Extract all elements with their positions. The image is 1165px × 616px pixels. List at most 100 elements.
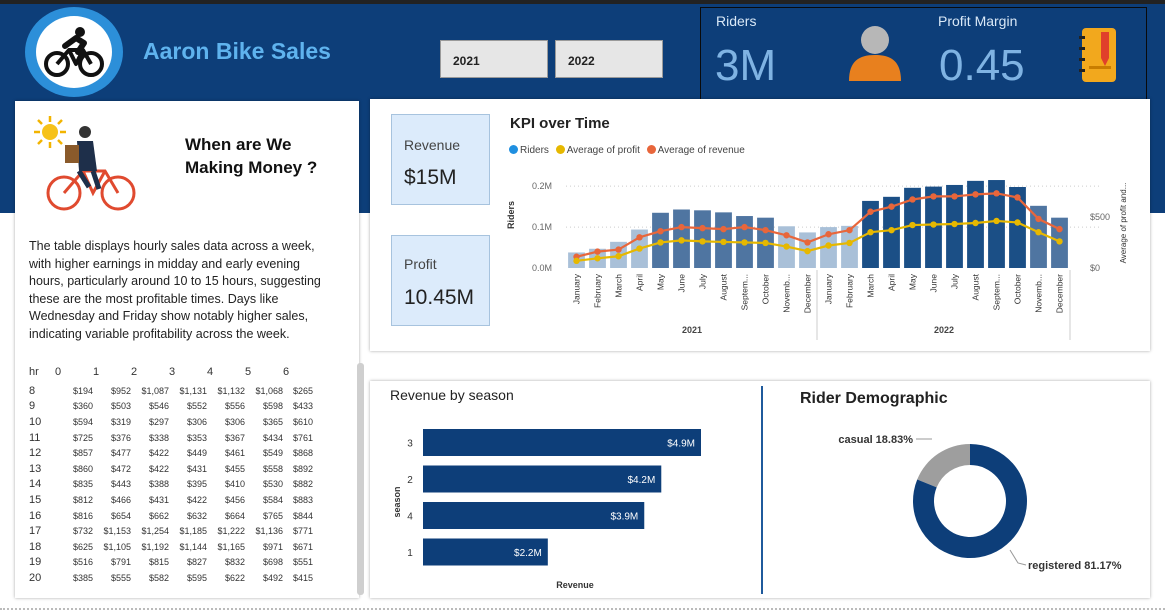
table-scrollbar[interactable] (357, 363, 364, 595)
margin-label: Profit Margin (938, 13, 1018, 29)
kpi-over-time-chart: Riders 0.0M 0.1M 0.2M $0 $500 Average of profi… (506, 180, 1128, 340)
season-category-label: 1 (407, 548, 413, 559)
table-column-header: 0 (55, 366, 62, 378)
y2-axis-title: Average of profit and... (1119, 183, 1128, 264)
table-cell: $353 (186, 432, 207, 443)
profit-point (699, 238, 706, 245)
profit-point (678, 237, 685, 244)
x-tick-label: February (845, 273, 855, 308)
revenue-point (720, 225, 727, 233)
season-bar-label: $3.9M (610, 512, 638, 523)
profit-point (846, 239, 853, 247)
table-cell: $765 (262, 510, 283, 521)
table-cell: $461 (224, 448, 245, 459)
table-header-row: hr 0 1 2 3 4 5 6 (29, 361, 313, 383)
table-column-header: 4 (207, 366, 214, 378)
x-tick-label: October (761, 274, 771, 304)
profit-point (741, 239, 748, 246)
table-cell: $395 (186, 479, 207, 490)
table-cell: $422 (148, 463, 169, 474)
table-row: 19 $516 $791 $815 $827 $832 $698 $551 (29, 555, 313, 571)
x-tick-label: Novemb... (1034, 274, 1044, 313)
y-tick-label: 0.2M (532, 181, 552, 191)
table-cell: $422 (148, 448, 169, 459)
profit-point (783, 243, 790, 250)
table-cell: $1,132 (217, 385, 245, 396)
table-cell: $868 (292, 448, 313, 459)
notebook-icon (1079, 28, 1116, 82)
table-row-hour: 19 (29, 556, 42, 569)
legend-riders-swatch (509, 145, 518, 154)
table-cell: $892 (292, 463, 313, 474)
table-row-hour: 18 (29, 540, 42, 553)
kpi-chart-title: KPI over Time (510, 115, 610, 132)
season-x-axis-title: Revenue (556, 580, 594, 590)
x-tick-label: December (803, 274, 813, 313)
profit-card-label: Profit (404, 256, 437, 272)
season-bar-label: $4.9M (667, 439, 695, 450)
revenue-point (930, 193, 937, 200)
legend-profit-swatch (555, 145, 565, 154)
table-row-hour: 15 (29, 493, 42, 506)
bicycle-icon (44, 27, 104, 77)
table-cell: $1,105 (103, 541, 131, 552)
revenue-point (993, 190, 1000, 197)
table-row: 11 $725 $376 $338 $353 $367 $434 $761 (29, 430, 313, 446)
table-cell: $662 (148, 510, 169, 521)
table-cell: $952 (110, 385, 131, 396)
table-cell: $1,068 (255, 385, 283, 396)
table-cell: $492 (262, 572, 283, 583)
profit-point (993, 217, 1000, 225)
x-tick-label: December (1055, 274, 1065, 313)
x-tick-label: October (1013, 274, 1023, 304)
table-cell: $449 (186, 448, 207, 459)
table-cell: $456 (224, 494, 245, 505)
revenue-point (972, 191, 979, 198)
revenue-point (804, 239, 811, 246)
table-cell: $431 (186, 463, 207, 474)
table-cell: $385 (72, 572, 93, 583)
table-row: 13 $860 $472 $422 $431 $455 $558 $892 (29, 461, 313, 477)
casual-slice (917, 444, 970, 488)
table-cell: $338 (148, 432, 169, 443)
table-cell: $1,192 (141, 541, 169, 552)
table-cell: $433 (292, 401, 313, 412)
revenue-card: Revenue $15M (391, 114, 490, 205)
casual-slice-label: casual 18.83% (838, 434, 913, 446)
panel-divider (761, 386, 763, 594)
revenue-card-value: $15M (404, 166, 457, 189)
info-title: When are We Making Money ? (185, 135, 318, 177)
year-filter-2021[interactable]: 2021 (440, 40, 548, 78)
season-category-label: 3 (407, 439, 413, 450)
person-icon (849, 26, 901, 81)
table-cell: $632 (186, 510, 207, 521)
table-cell: $422 (186, 494, 207, 505)
profit-point (762, 239, 769, 247)
table-cell: $882 (292, 479, 313, 490)
table-cell: $265 (292, 385, 313, 396)
table-row-hour: 11 (29, 431, 41, 444)
revenue-point (1014, 194, 1021, 201)
y-axis-title: Riders (506, 201, 516, 229)
table-body: 8 $194 $952 $1,087 $1,131 $1,132 $1,068 $265 9 $3… (29, 383, 313, 586)
profit-card: Profit 10.45M (391, 235, 490, 326)
revenue-point (1035, 215, 1042, 223)
table-cell: $551 (292, 557, 313, 568)
profit-point (657, 239, 664, 246)
table-cell: $815 (148, 557, 169, 568)
table-cell: $761 (292, 432, 313, 443)
x-tick-label: April (635, 274, 645, 291)
table-cell: $530 (262, 479, 283, 490)
x-tick-label: Septem... (740, 274, 750, 310)
table-row: 12 $857 $477 $422 $449 $461 $549 $868 (29, 445, 313, 461)
kpi-chart-legend: Riders Average of profit Average of reve… (509, 145, 745, 156)
legend-revenue-swatch (646, 145, 656, 154)
profit-point (1014, 219, 1021, 226)
y-tick-label: 0.1M (532, 222, 552, 232)
profit-point (951, 220, 958, 228)
revenue-point (888, 203, 895, 210)
year-filter-2022[interactable]: 2022 (555, 40, 663, 78)
table-cell: $466 (110, 494, 131, 505)
profit-point (909, 221, 916, 229)
table-cell: $455 (224, 463, 245, 474)
